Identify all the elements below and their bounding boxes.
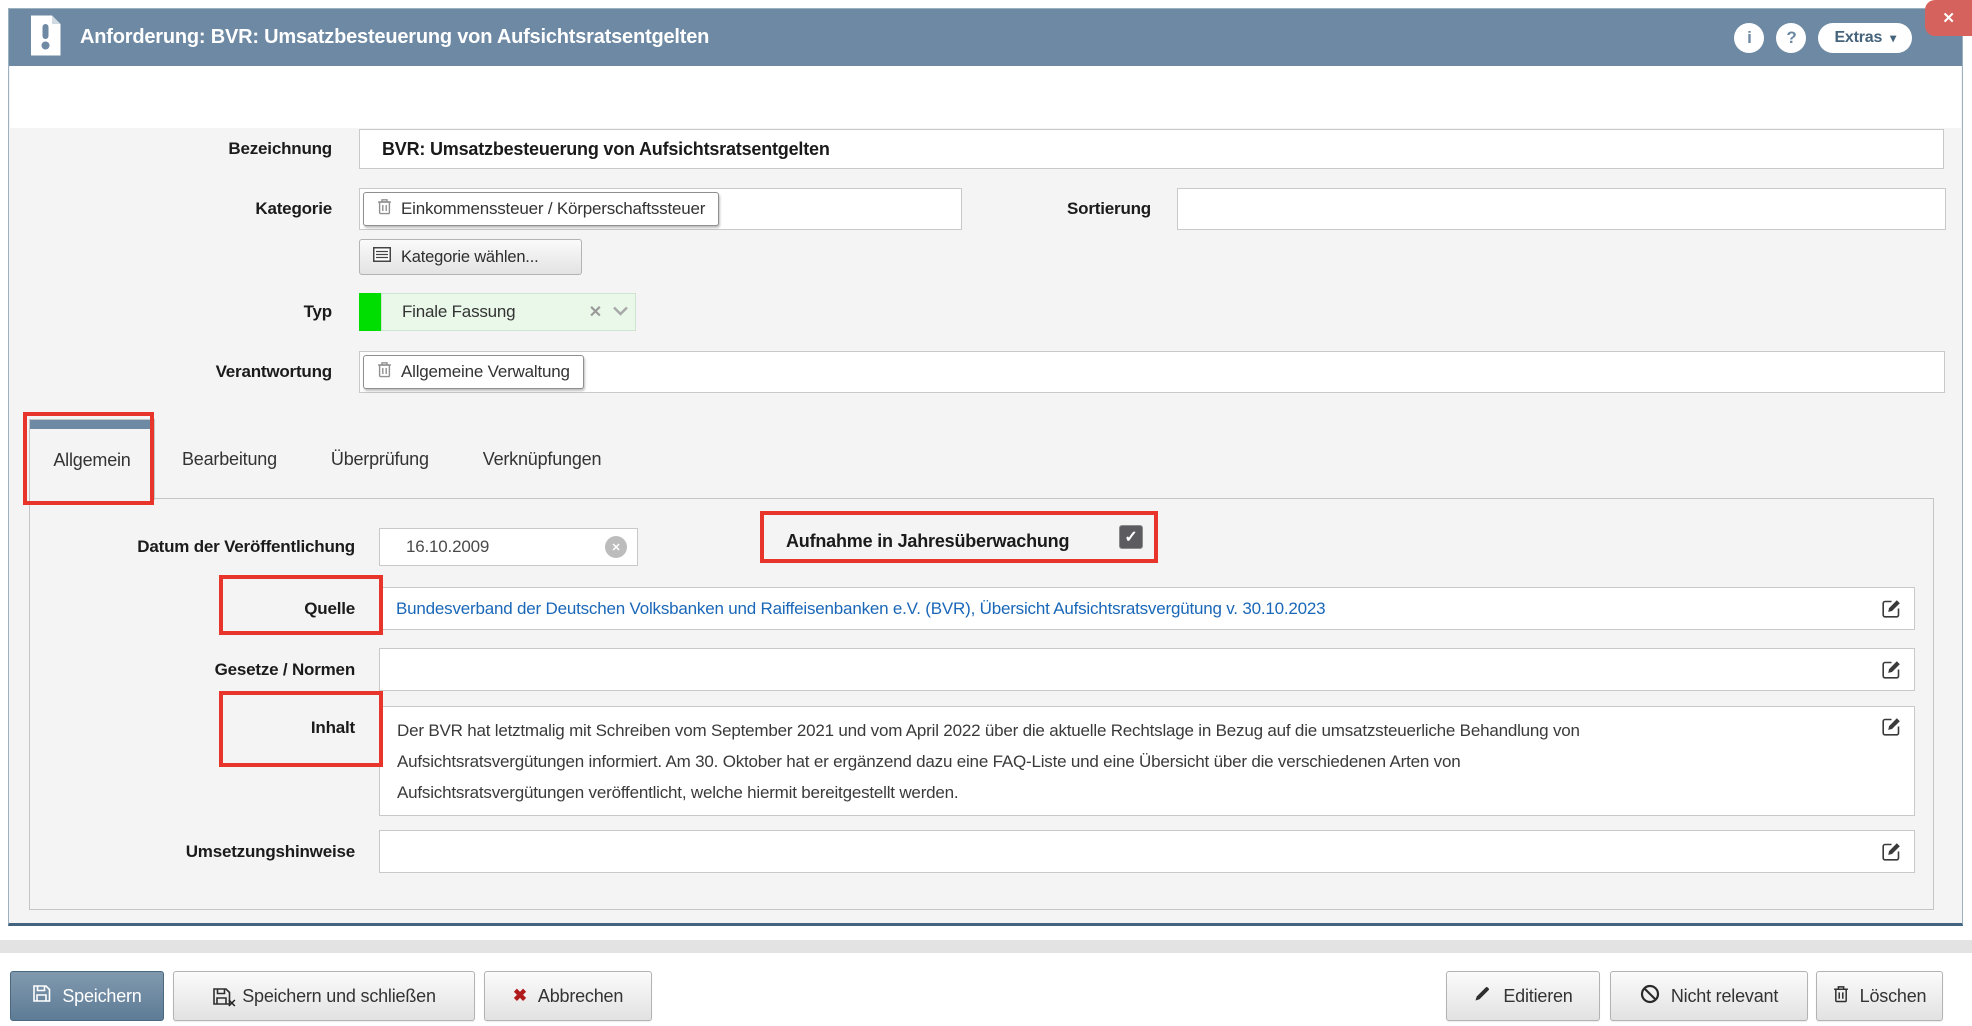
chevron-down-icon[interactable]: [612, 302, 629, 322]
sortierung-input[interactable]: [1177, 188, 1946, 230]
inhalt-text-line: Aufsichtsratsvergütungen veröffentlicht,…: [397, 777, 1868, 808]
dialog-title: Anforderung: BVR: Umsatzbesteuerung von …: [80, 26, 1716, 49]
cancel-button[interactable]: ✖ Abbrechen: [484, 971, 652, 1021]
sortierung-label: Sortierung: [951, 188, 1151, 230]
file-exclamation-icon: [29, 14, 62, 62]
kategorie-field[interactable]: Einkommenssteuer / Körperschaftssteuer: [359, 188, 962, 230]
tab-bar: Allgemein Bearbeitung Überprüfung Verknü…: [29, 419, 628, 499]
umsetzungshinweise-field[interactable]: [379, 830, 1915, 873]
tab-allgemein[interactable]: Allgemein: [29, 419, 155, 500]
edit-icon[interactable]: [1881, 716, 1902, 737]
typ-value: Finale Fassung: [402, 302, 579, 322]
edit-icon[interactable]: [1881, 659, 1902, 680]
save-close-icon: ✕: [212, 987, 231, 1006]
header-actions: i ? Extras ▾: [1734, 23, 1912, 53]
save-icon: [32, 984, 51, 1008]
typ-select[interactable]: Finale Fassung ✕: [381, 293, 636, 331]
quelle-field[interactable]: Bundesverband der Deutschen Volksbanken …: [379, 587, 1915, 630]
kategorie-waehlen-button[interactable]: Kategorie wählen...: [359, 239, 582, 275]
list-icon: [373, 247, 391, 267]
inhalt-field[interactable]: Der BVR hat letztmalig mit Schreiben vom…: [379, 706, 1915, 816]
inhalt-label: Inhalt: [30, 706, 355, 749]
jahresueberwachung-label: Aufnahme in Jahresüberwachung: [786, 531, 1069, 552]
page: Anforderung: BVR: Umsatzbesteuerung von …: [0, 0, 1972, 1026]
typ-color-swatch: [359, 293, 381, 331]
quelle-link[interactable]: Bundesverband der Deutschen Volksbanken …: [396, 599, 1881, 619]
datum-value: 16.10.2009: [406, 537, 605, 557]
verantwortung-chip-label: Allgemeine Verwaltung: [401, 362, 570, 382]
not-relevant-button[interactable]: Nicht relevant: [1610, 971, 1808, 1021]
edit-icon[interactable]: [1881, 598, 1902, 619]
umsetzungshinweise-label: Umsetzungshinweise: [30, 830, 355, 873]
kategorie-chip[interactable]: Einkommenssteuer / Körperschaftssteuer: [363, 192, 719, 226]
kategorie-label: Kategorie: [9, 188, 332, 230]
active-tab-indicator: [30, 420, 154, 429]
trash-icon: [377, 198, 392, 220]
dialog-window: Anforderung: BVR: Umsatzbesteuerung von …: [8, 8, 1963, 926]
typ-label: Typ: [9, 293, 332, 331]
check-icon: ✓: [1124, 527, 1137, 547]
extras-label: Extras: [1834, 29, 1882, 47]
bezeichnung-label: Bezeichnung: [9, 129, 332, 169]
tab-ueberpruefung[interactable]: Überprüfung: [304, 419, 456, 499]
ban-icon: [1640, 984, 1660, 1009]
inhalt-text-line: Der BVR hat letztmalig mit Schreiben vom…: [397, 715, 1868, 746]
datum-label: Datum der Veröffentlichung: [30, 528, 355, 566]
verantwortung-field[interactable]: Allgemeine Verwaltung: [359, 351, 1945, 393]
save-and-close-button[interactable]: ✕ Speichern und schließen: [173, 971, 475, 1021]
chevron-down-icon: ▾: [1890, 31, 1896, 45]
help-button[interactable]: ?: [1776, 23, 1806, 53]
save-button[interactable]: Speichern: [10, 971, 164, 1021]
toolbar-strip: [10, 66, 1961, 128]
cancel-x-icon: ✖: [513, 986, 527, 1006]
pencil-icon: [1473, 984, 1492, 1008]
info-button[interactable]: i: [1734, 23, 1764, 53]
gesetze-field[interactable]: [379, 648, 1915, 691]
trash-icon: [377, 361, 392, 383]
edit-button[interactable]: Editieren: [1446, 971, 1600, 1021]
gesetze-label: Gesetze / Normen: [30, 648, 355, 691]
close-button[interactable]: ✕: [1925, 0, 1972, 36]
extras-button[interactable]: Extras ▾: [1818, 23, 1912, 53]
bezeichnung-input[interactable]: BVR: Umsatzbesteuerung von Aufsichtsrats…: [359, 129, 1944, 169]
tab-bearbeitung[interactable]: Bearbeitung: [155, 419, 304, 499]
tab-panel-allgemein: Datum der Veröffentlichung 16.10.2009 ✕ …: [29, 498, 1934, 910]
footer-divider: [0, 940, 1972, 953]
verantwortung-chip[interactable]: Allgemeine Verwaltung: [363, 355, 584, 389]
delete-button[interactable]: Löschen: [1816, 971, 1943, 1021]
close-icon: ✕: [1942, 9, 1954, 27]
kategorie-waehlen-label: Kategorie wählen...: [401, 248, 538, 267]
tab-verknuepfungen[interactable]: Verknüpfungen: [456, 419, 629, 499]
inhalt-text-line: Aufsichtsratsvergütungen informiert. Am …: [397, 746, 1868, 777]
datum-input[interactable]: 16.10.2009 ✕: [379, 528, 638, 566]
trash-icon: [1833, 985, 1849, 1008]
jahresueberwachung-checkbox[interactable]: ✓: [1119, 525, 1143, 549]
verantwortung-label: Verantwortung: [9, 351, 332, 393]
dialog-header: Anforderung: BVR: Umsatzbesteuerung von …: [9, 9, 1962, 66]
edit-icon[interactable]: [1881, 841, 1902, 862]
clear-date-icon[interactable]: ✕: [605, 536, 627, 558]
kategorie-chip-label: Einkommenssteuer / Körperschaftssteuer: [401, 199, 705, 219]
quelle-label: Quelle: [30, 587, 355, 630]
typ-clear-icon[interactable]: ✕: [579, 302, 612, 322]
